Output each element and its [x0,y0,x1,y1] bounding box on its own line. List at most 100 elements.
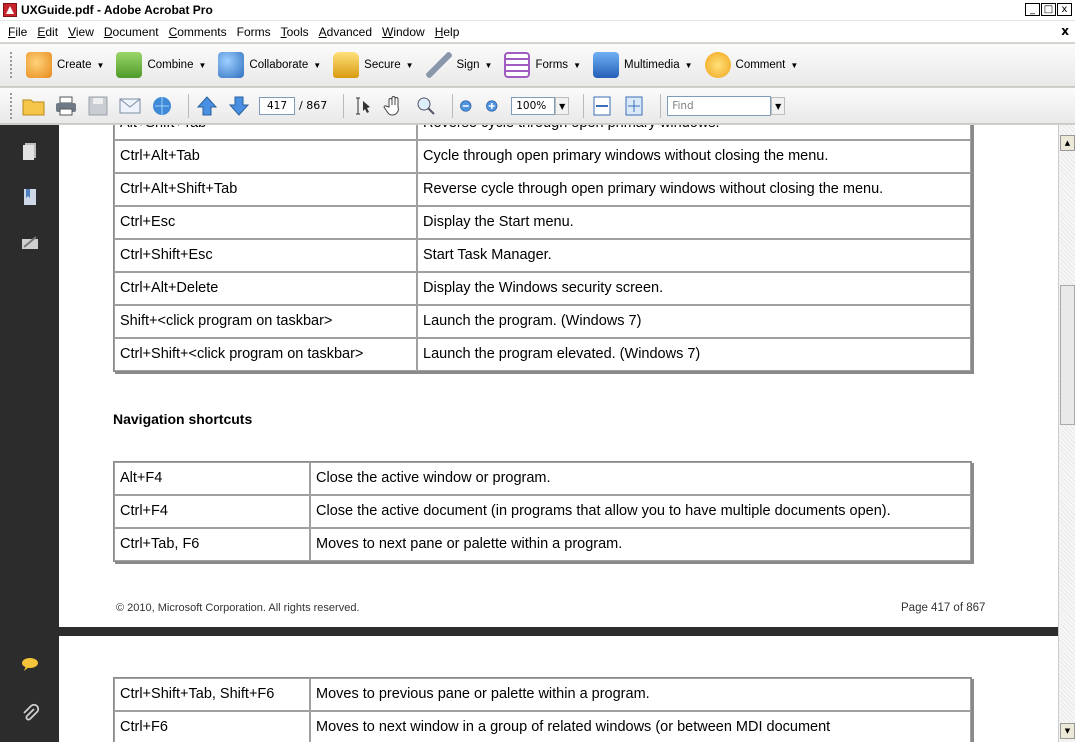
bookmarks-icon[interactable] [20,187,40,207]
shortcut-key: Alt+F4 [114,462,310,495]
menu-forms[interactable]: Forms [232,25,276,39]
signatures-icon[interactable] [20,233,40,253]
section-heading: Navigation shortcuts [113,411,253,427]
maximize-button[interactable]: □ [1041,3,1056,16]
save-icon[interactable] [86,95,110,117]
minimize-button[interactable]: _ [1025,3,1040,16]
menu-advanced[interactable]: Advanced [314,25,377,39]
vertical-scrollbar[interactable]: ▲ ▼ [1058,125,1075,742]
page-number-input[interactable]: 417 [259,96,295,115]
open-folder-icon[interactable] [22,95,46,117]
menu-tools[interactable]: Tools [276,25,314,39]
shortcut-description: Close the active window or program. [310,462,971,495]
table-row: Ctrl+F6 Moves to next window in a group o… [114,711,971,742]
separator [583,93,585,118]
next-page-icon[interactable] [227,95,251,117]
sign-button[interactable]: Sign ▼ [422,50,497,80]
shortcut-key: Ctrl+Alt+Delete [114,272,417,305]
lock-icon [333,52,360,78]
email-icon[interactable] [118,95,142,117]
shortcut-key: Alt+Shift+Tab [114,125,417,140]
shortcut-description: Reverse cycle through open primary windo… [417,125,971,140]
shortcut-description: Cycle through open primary windows witho… [417,140,971,173]
zoom-level-select[interactable]: 100% [511,96,556,115]
table-row: Ctrl+Shift+Tab, Shift+F6 Moves to previou… [114,678,971,711]
pages-icon[interactable] [20,141,40,161]
table-row: Ctrl+Shift+Esc Start Task Manager. [114,239,971,272]
menu-comments[interactable]: Comments [164,25,232,39]
secure-button[interactable]: Secure ▼ [329,50,417,80]
table-row: Ctrl+F4 Close the active document (in pro… [114,495,971,528]
shortcut-key: Shift+<click program on taskbar> [114,305,417,338]
menu-file[interactable]: File [3,25,32,39]
chevron-down-icon: ▼ [684,60,693,70]
fit-page-icon[interactable] [622,95,646,117]
chevron-down-icon: ▼ [313,60,322,70]
table-row: Alt+F4 Close the active window or program… [114,462,971,495]
separator [660,93,662,118]
chevron-down-icon: ▼ [573,60,581,70]
comment-icon [704,52,731,78]
separator [188,93,189,118]
document-view[interactable]: Alt+Shift+TabReverse cycle through open … [59,125,1058,742]
chevron-down-icon: ▼ [484,60,493,70]
shortcut-key: Ctrl+Esc [114,206,417,239]
page-footer-copyright: © 2010, Microsoft Corporation. All right… [116,602,360,614]
collaborate-globe-icon[interactable] [150,95,174,117]
toolbar-grip[interactable] [10,92,14,119]
attachments-icon[interactable] [20,703,40,723]
pen-icon [425,52,452,78]
scroll-down-icon[interactable]: ▼ [1060,723,1075,739]
title-bar: UXGuide.pdf - Adobe Acrobat Pro _ □ x [0,0,1075,21]
shortcut-description: Moves to previous pane or palette within… [310,678,971,711]
combine-button[interactable]: Combine ▼ [112,50,210,80]
menu-bar: File Edit View Document Comments Forms T… [0,21,1075,43]
marquee-zoom-icon[interactable] [414,95,438,117]
previous-page-icon[interactable] [195,95,219,117]
shortcut-description: Launch the program. (Windows 7) [417,305,971,338]
shortcut-key: Ctrl+F6 [114,711,310,742]
forms-button[interactable]: Forms ▼ [500,50,585,80]
fit-width-icon[interactable] [590,95,614,117]
shortcut-key: Ctrl+Alt+Tab [114,140,417,173]
create-button[interactable]: Create ▼ [22,50,108,80]
close-button[interactable]: x [1057,3,1072,16]
page-separator [59,627,1058,636]
separator [452,93,454,118]
shortcut-table-navigation: Alt+F4 Close the active window or program… [113,461,972,562]
multimedia-icon [592,52,619,78]
chevron-down-icon: ▼ [96,60,105,70]
navigation-toolbar: 417 / 867 100% ▼ Find ▼ [0,88,1075,124]
forms-icon [504,52,531,78]
zoom-out-icon[interactable] [459,95,477,117]
chevron-down-icon[interactable]: ▼ [771,96,786,115]
document-close-icon[interactable]: x [1061,24,1069,38]
table-row: Ctrl+Alt+Shift+Tab Reverse cycle through … [114,173,971,206]
collaborate-button[interactable]: Collaborate ▼ [214,50,325,80]
comment-button[interactable]: Comment ▼ [701,50,803,80]
menu-view[interactable]: View [63,25,99,39]
menu-document[interactable]: Document [99,25,164,39]
shortcut-description: Reverse cycle through open primary windo… [417,173,971,206]
toolbar-grip[interactable] [10,52,14,78]
chevron-down-icon: ▼ [405,60,414,70]
chevron-down-icon: ▼ [198,60,207,70]
shortcut-description: Moves to next pane or palette within a p… [310,528,971,561]
combine-icon [116,52,143,78]
menu-help[interactable]: Help [430,25,465,39]
chevron-down-icon[interactable]: ▼ [555,96,570,115]
hand-icon[interactable] [382,95,406,117]
find-input[interactable]: Find [667,95,772,116]
scroll-up-icon[interactable]: ▲ [1060,135,1075,151]
print-icon[interactable] [54,95,78,117]
scrollbar-thumb[interactable] [1060,285,1075,425]
window-title: UXGuide.pdf - Adobe Acrobat Pro [21,3,213,17]
multimedia-button[interactable]: Multimedia ▼ [589,50,697,80]
zoom-in-icon[interactable] [485,95,503,117]
menu-edit[interactable]: Edit [32,25,63,39]
menu-window[interactable]: Window [377,25,430,39]
text-select-icon[interactable] [350,95,374,117]
table-row: Shift+<click program on taskbar> Launch t… [114,305,971,338]
comments-icon[interactable] [20,655,40,675]
acrobat-icon [3,3,17,17]
